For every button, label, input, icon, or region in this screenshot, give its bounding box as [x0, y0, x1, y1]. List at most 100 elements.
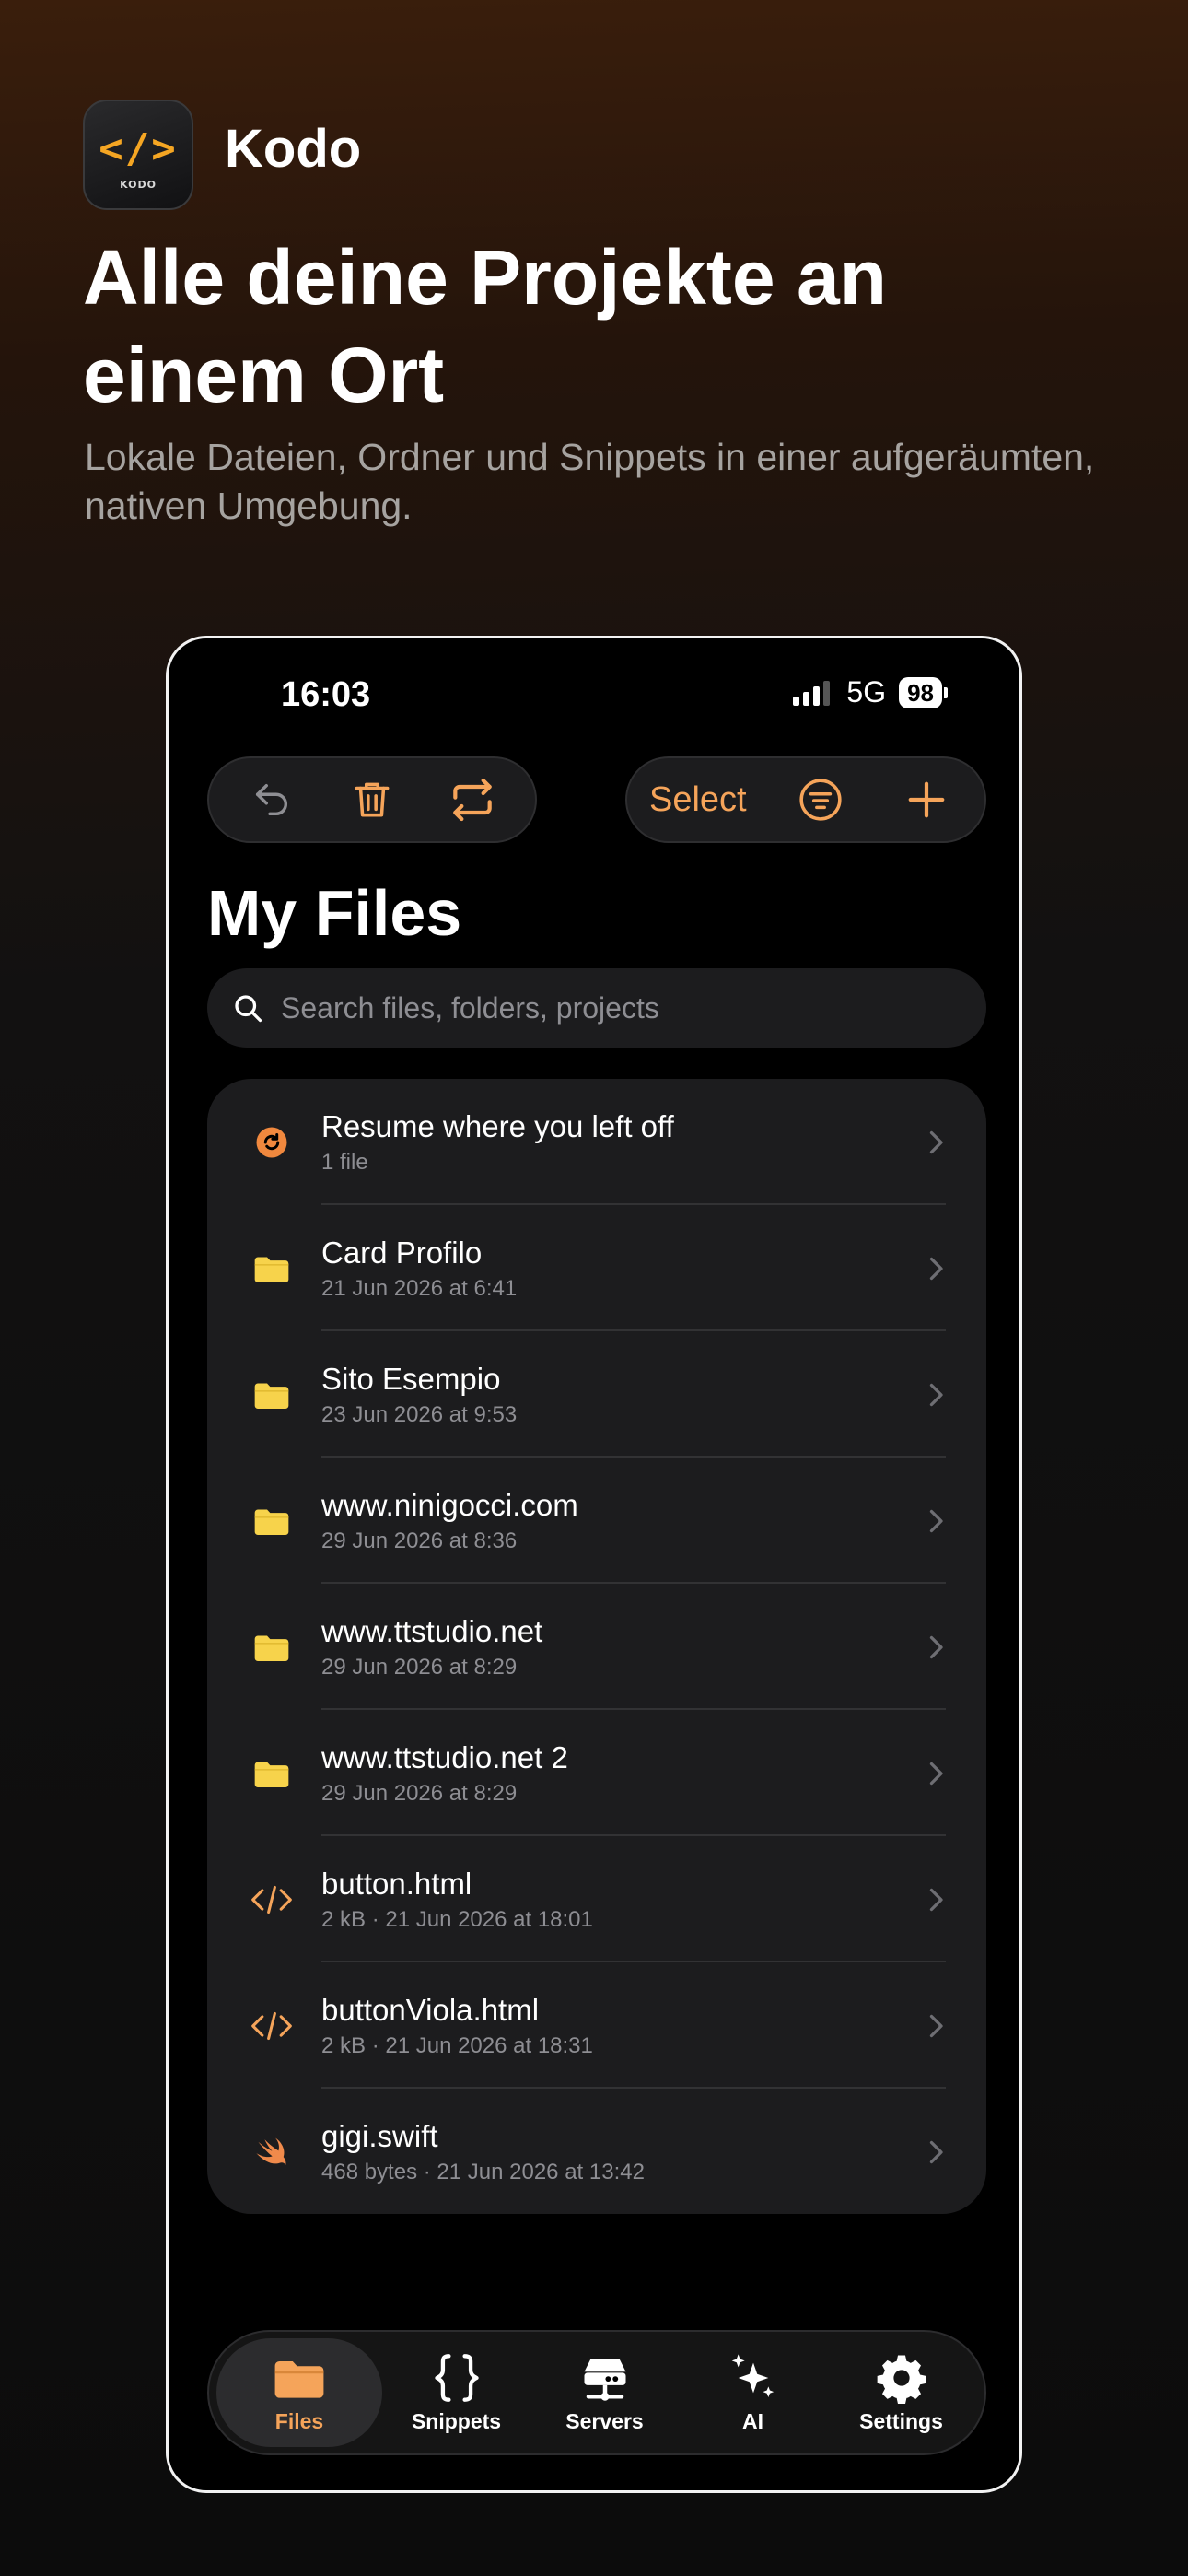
swift-file-icon: [251, 2132, 292, 2172]
filter-button[interactable]: [788, 767, 853, 832]
list-item[interactable]: gigi.swift 468 bytes · 21 Jun 2026 at 13:…: [207, 2089, 986, 2214]
trash-icon: [355, 782, 390, 817]
list-item-text: Sito Esempio 23 Jun 2026 at 9:53: [321, 1361, 517, 1429]
folder-icon: [251, 1501, 292, 1541]
tab-label: Snippets: [411, 2408, 502, 2433]
brand: </> KODO Kodo: [83, 100, 361, 210]
list-item[interactable]: Resume where you left off 1 file: [207, 1079, 986, 1205]
tab-bar: Files Snippets Servers AI Settings: [207, 2330, 986, 2455]
tab-label: Settings: [859, 2408, 943, 2433]
list-item[interactable]: www.ninigocci.com 29 Jun 2026 at 8:36: [207, 1458, 986, 1584]
list-item-subtitle: 2 kB · 21 Jun 2026 at 18:31: [321, 2033, 593, 2058]
list-item-subtitle: 1 file: [321, 1150, 368, 1175]
app-name: Kodo: [225, 118, 362, 179]
list-item[interactable]: www.ttstudio.net 2 29 Jun 2026 at 8:29: [207, 1710, 986, 1836]
list-item-subtitle: 21 Jun 2026 at 6:41: [321, 1276, 518, 1301]
status-time: 16:03: [281, 675, 371, 714]
battery-level: 98: [899, 676, 942, 708]
list-item-title: www.ttstudio.net 2: [321, 1740, 568, 1774]
chevron-right-icon: [926, 2138, 946, 2166]
list-item-subtitle: 29 Jun 2026 at 8:29: [321, 1655, 518, 1680]
folder-icon: [251, 1375, 292, 1415]
list-item-title: gigi.swift: [321, 2119, 438, 2153]
list-item-text: Card Profilo 21 Jun 2026 at 6:41: [321, 1235, 517, 1303]
tab-files[interactable]: Files: [216, 2338, 382, 2447]
plus-icon: [908, 781, 945, 818]
sparkles-icon: [728, 2352, 779, 2404]
list-item[interactable]: Card Profilo 21 Jun 2026 at 6:41: [207, 1205, 986, 1331]
subline: Lokale Dateien, Ordner und Snippets in e…: [85, 436, 1095, 527]
chevron-right-icon: [926, 1507, 946, 1535]
toolbar-right-group: Select: [625, 756, 986, 843]
select-button[interactable]: Select: [649, 780, 747, 820]
list-item-text: Resume where you left off 1 file: [321, 1108, 674, 1177]
tab-label: Servers: [565, 2408, 644, 2433]
list-item-subtitle: 2 kB · 21 Jun 2026 at 18:01: [321, 1907, 593, 1932]
code-glyph-icon: </>: [99, 124, 178, 172]
folder-icon: [251, 1627, 292, 1668]
list-item-text: gigi.swift 468 bytes · 21 Jun 2026 at 13:…: [321, 2118, 645, 2186]
chevron-right-icon: [926, 1886, 946, 1914]
list-item[interactable]: buttonViola.html 2 kB · 21 Jun 2026 at 18…: [207, 1962, 986, 2089]
list-item-title: button.html: [321, 1867, 472, 1901]
tab-label: Files: [274, 2408, 324, 2433]
list-item-title: Sito Esempio: [321, 1362, 501, 1396]
list-item[interactable]: button.html 2 kB · 21 Jun 2026 at 18:01: [207, 1836, 986, 1962]
tab-servers[interactable]: Servers: [530, 2338, 679, 2447]
braces-icon: [432, 2352, 482, 2404]
add-button[interactable]: [894, 767, 959, 832]
gear-icon: [876, 2352, 927, 2404]
chevron-right-icon: [926, 1760, 946, 1787]
app-icon-text: KODO: [120, 178, 157, 191]
search-input[interactable]: [281, 990, 926, 1025]
list-item[interactable]: Sito Esempio 23 Jun 2026 at 9:53: [207, 1331, 986, 1458]
battery-icon: 98: [899, 676, 948, 708]
folder-icon: [273, 2352, 326, 2404]
tab-ai[interactable]: AI: [679, 2338, 827, 2447]
list-item[interactable]: www.ttstudio.net 29 Jun 2026 at 8:29: [207, 1584, 986, 1710]
sync-button[interactable]: [440, 767, 505, 832]
list-item-title: www.ninigocci.com: [321, 1488, 578, 1522]
status-bar: 16:03 5G 98: [169, 638, 1019, 740]
resume-icon: [251, 1122, 292, 1163]
list-item-text: button.html 2 kB · 21 Jun 2026 at 18:01: [321, 1866, 593, 1934]
chevron-right-icon: [926, 1633, 946, 1661]
phone-frame: 16:03 5G 98 Select My Files Search files…: [166, 636, 1022, 2493]
list-item-subtitle: 23 Jun 2026 at 9:53: [321, 1402, 518, 1427]
list-item-title: Resume where you left off: [321, 1109, 674, 1143]
search-bar[interactable]: [207, 968, 986, 1048]
chevron-right-icon: [926, 2012, 946, 2040]
folder-icon: [251, 1753, 292, 1794]
chevron-right-icon: [926, 1255, 946, 1282]
list-item-title: Card Profilo: [321, 1235, 483, 1270]
tab-settings[interactable]: Settings: [827, 2338, 975, 2447]
status-indicators: 5G 98: [793, 675, 948, 709]
file-list: Resume where you left off 1 file Card Prof…: [207, 1079, 986, 2214]
app-icon: </> KODO: [83, 100, 193, 210]
undo-button[interactable]: [239, 767, 304, 832]
page-title: My Files: [207, 877, 462, 949]
list-item-title: www.ttstudio.net: [321, 1614, 543, 1648]
code-file-icon: [251, 2006, 292, 2046]
list-item-text: www.ninigocci.com 29 Jun 2026 at 8:36: [321, 1487, 578, 1555]
search-icon: [231, 991, 264, 1025]
list-item-subtitle: 468 bytes · 21 Jun 2026 at 13:42: [321, 2160, 645, 2184]
undo-icon: [256, 783, 288, 816]
list-item-text: buttonViola.html 2 kB · 21 Jun 2026 at 18…: [321, 1992, 593, 2060]
list-item-subtitle: 29 Jun 2026 at 8:36: [321, 1528, 518, 1553]
folder-icon: [251, 1248, 292, 1289]
headline: Alle deine Projekte an einem Ort: [83, 234, 887, 418]
signal-icon: [793, 680, 833, 706]
list-item-subtitle: 29 Jun 2026 at 8:29: [321, 1781, 518, 1806]
server-icon: [579, 2352, 631, 2404]
tab-snippets[interactable]: Snippets: [382, 2338, 530, 2447]
chevron-right-icon: [926, 1129, 946, 1156]
list-item-text: www.ttstudio.net 2 29 Jun 2026 at 8:29: [321, 1739, 568, 1808]
filter-icon: [799, 779, 842, 821]
chevron-right-icon: [926, 1381, 946, 1409]
code-file-icon: [251, 1879, 292, 1920]
sync-icon: [452, 778, 492, 822]
delete-button[interactable]: [340, 767, 404, 832]
toolbar-left-group: [207, 756, 537, 843]
list-item-text: www.ttstudio.net 29 Jun 2026 at 8:29: [321, 1613, 542, 1681]
